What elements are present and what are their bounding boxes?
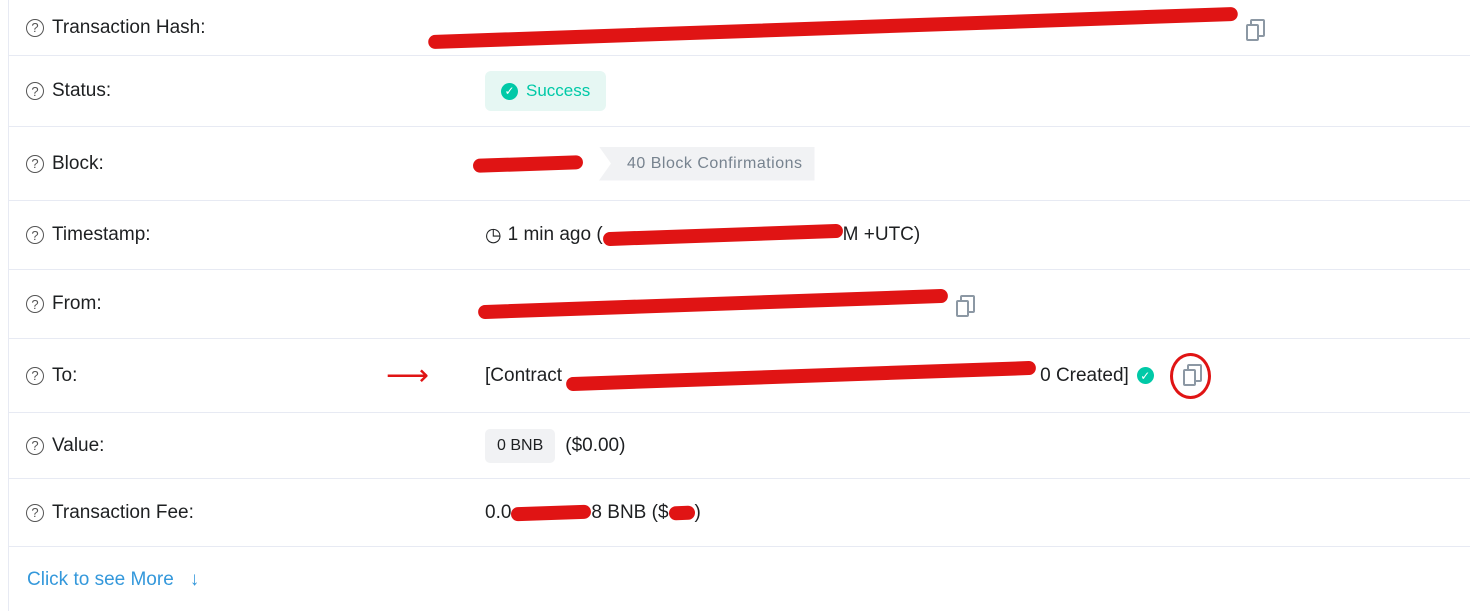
verified-icon: ✓ (1136, 367, 1154, 384)
redaction-scribble (472, 154, 584, 173)
annotation-arrow-icon: ⟶ (386, 359, 430, 392)
copy-icon[interactable] (956, 295, 975, 317)
copy-icon[interactable] (1182, 363, 1202, 386)
label: Value: (52, 434, 105, 456)
confirmations-badge: 40 Block Confirmations (599, 146, 815, 181)
help-icon[interactable]: ? (26, 82, 44, 100)
row-transaction-hash: ? Transaction Hash: (8, 0, 1470, 56)
row-status: ? Status: ✓ Success (8, 56, 1470, 127)
label: Transaction Fee: (52, 501, 194, 523)
row-timestamp: ? Timestamp: ◷ 1 min ago ( M +UTC) (8, 201, 1470, 270)
help-icon[interactable]: ? (26, 226, 44, 244)
see-more-link[interactable]: Click to see More ↓ (27, 569, 199, 591)
help-icon[interactable]: ? (26, 503, 44, 522)
help-icon[interactable]: ? (26, 18, 44, 37)
help-icon[interactable]: ? (26, 436, 44, 455)
fee-amount: 8 BNB ($ (591, 501, 669, 523)
redaction-scribble[interactable] (565, 360, 1037, 391)
label: From: (52, 293, 102, 314)
see-more-text: Click to see More (27, 569, 174, 590)
copy-icon[interactable] (1246, 18, 1265, 41)
contract-prefix: [Contract (485, 364, 563, 386)
check-circle-icon: ✓ (501, 82, 518, 100)
value-amount: 0 BNB (485, 428, 556, 463)
status-text: Success (526, 81, 591, 100)
timestamp-relative: 1 min ago ( (507, 224, 603, 245)
label: Transaction Hash: (52, 16, 206, 38)
row-value: ? Value: 0 BNB ($0.00) (8, 413, 1470, 479)
redaction-scribble (477, 288, 949, 320)
help-icon[interactable]: ? (26, 154, 44, 173)
fee-prefix: 0.0 (485, 501, 512, 523)
timestamp-suffix: M +UTC) (842, 224, 921, 245)
row-from: ? From: (8, 270, 1470, 339)
row-block: ? Block: 40 Block Confirmations (8, 127, 1470, 201)
clock-icon: ◷ (485, 224, 502, 246)
arrow-down-icon: ↓ (189, 569, 200, 590)
value-usd: ($0.00) (565, 434, 626, 456)
status-badge: ✓ Success (485, 71, 607, 111)
help-icon[interactable]: ? (26, 295, 44, 313)
row-transaction-fee: ? Transaction Fee: 0.0 8 BNB ($) (8, 479, 1470, 547)
help-icon[interactable]: ? (26, 366, 44, 385)
redaction-scribble (428, 6, 1238, 49)
contract-created: 0 Created] (1040, 364, 1129, 386)
label: Timestamp: (52, 224, 151, 245)
label: To: (52, 364, 78, 386)
redaction-scribble (668, 505, 695, 520)
redaction-scribble (511, 504, 592, 521)
row-to: ? To: ⟶ [Contract 0 Created] ✓ (8, 339, 1470, 413)
label: Status: (52, 80, 112, 101)
redaction-scribble (602, 223, 843, 247)
label: Block: (52, 152, 104, 174)
fee-suffix: ) (694, 501, 701, 523)
annotation-circle (1169, 352, 1211, 399)
